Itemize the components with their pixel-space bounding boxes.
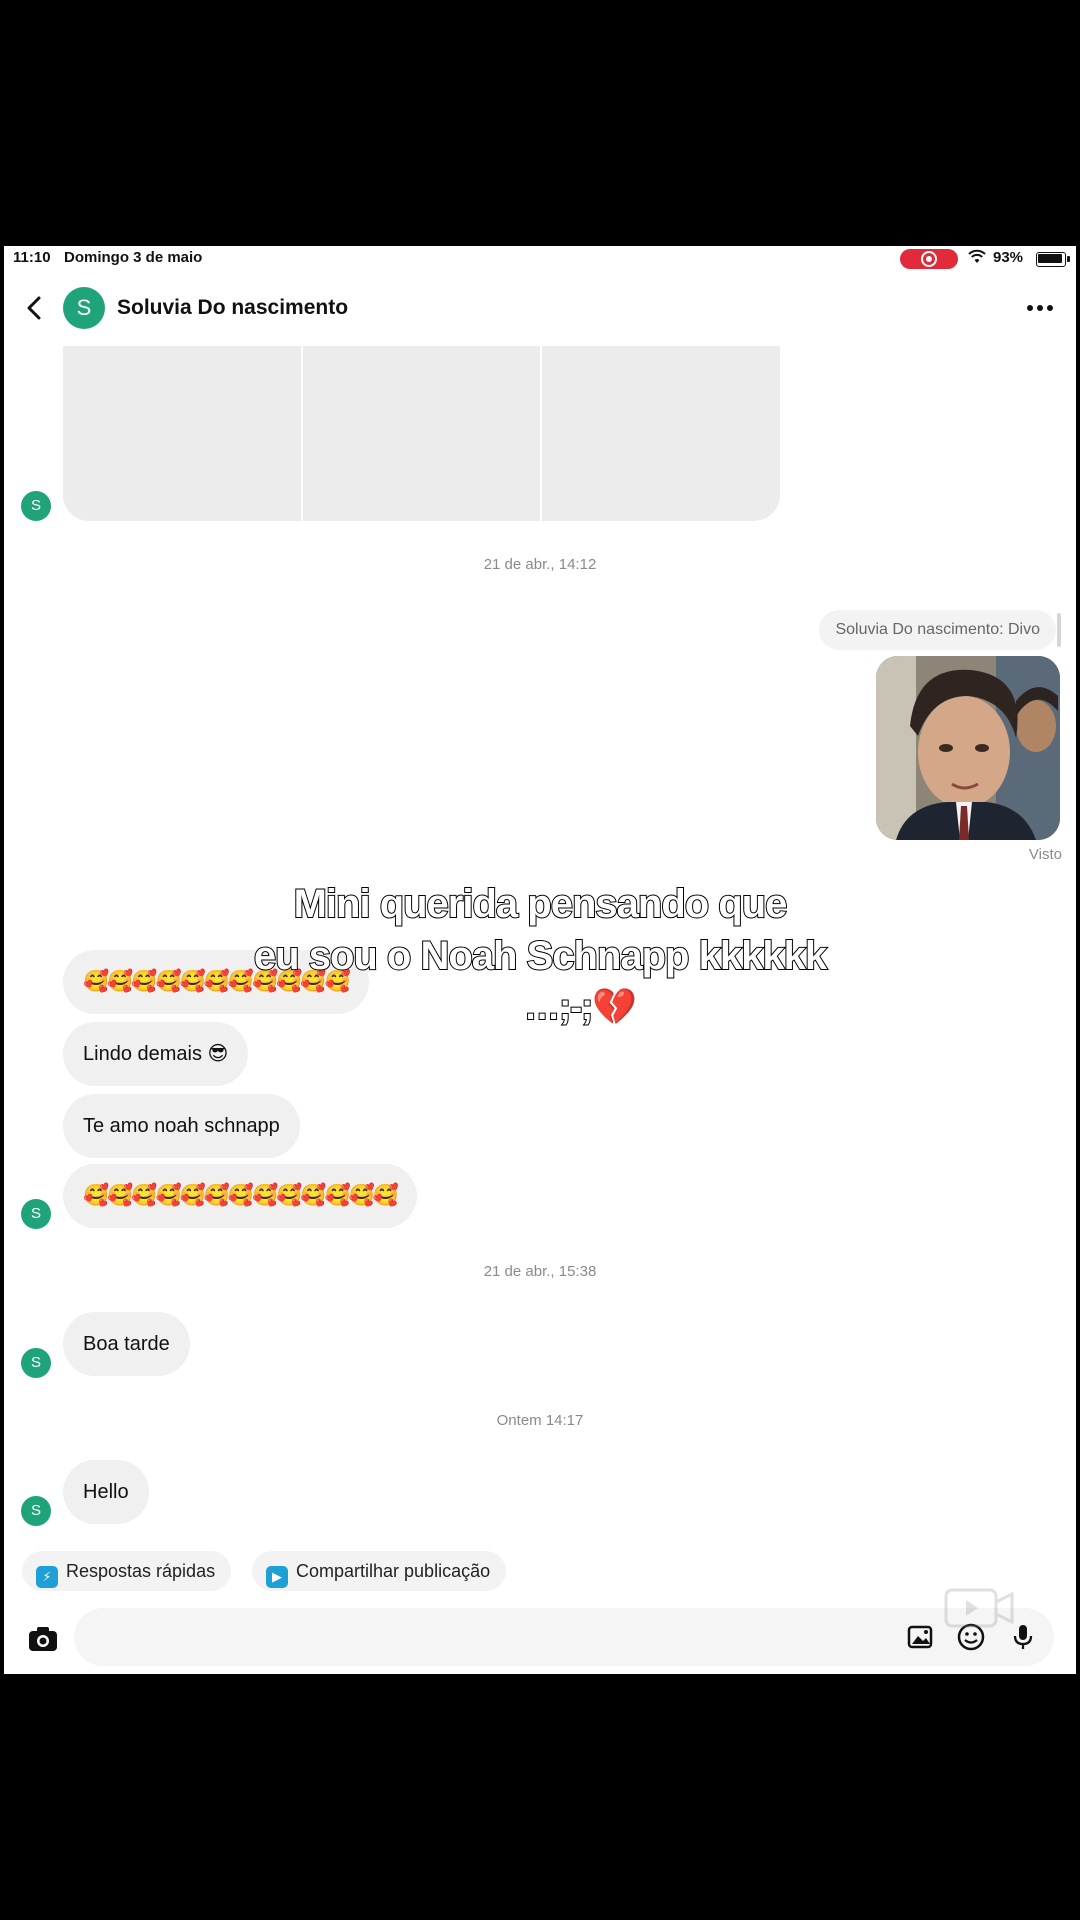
chat-header: S Soluvia Do nascimento	[4, 280, 1076, 340]
timestamp: 21 de abr., 14:12	[483, 556, 597, 573]
caption-line-3: …;-;💔	[523, 985, 638, 1028]
contact-name[interactable]: Soluvia Do nascimento	[117, 296, 348, 320]
play-icon: ▶	[266, 1566, 288, 1588]
sender-avatar: S	[21, 1199, 51, 1229]
status-time: 11:10	[13, 249, 51, 266]
wifi-icon	[968, 249, 986, 270]
reply-preview[interactable]: Soluvia Do nascimento: Divo	[819, 610, 1056, 650]
timestamp: Ontem 14:17	[496, 1412, 584, 1429]
recorder-watermark	[938, 1576, 1018, 1666]
message-bubble[interactable]: Hello	[63, 1460, 149, 1524]
more-horizontal-icon[interactable]	[1020, 290, 1060, 326]
status-bar: 11:10 Domingo 3 de maio 93%	[4, 246, 1076, 270]
caption-line-2: eu sou o Noah Schnapp kkkkkk	[253, 933, 828, 979]
shared-media-grid[interactable]	[63, 346, 780, 521]
message-bubble[interactable]: Boa tarde	[63, 1312, 190, 1376]
status-date: Domingo 3 de maio	[64, 249, 203, 266]
lightning-icon: ⚡	[36, 1566, 58, 1588]
timestamp: 21 de abr., 15:38	[483, 1263, 597, 1280]
message-bubble[interactable]: Te amo noah schnapp	[63, 1094, 300, 1158]
quick-replies-label: Respostas rápidas	[66, 1561, 216, 1581]
camera-icon[interactable]	[24, 1620, 62, 1658]
message-bubble[interactable]: 🥰🥰🥰🥰🥰🥰🥰🥰🥰🥰🥰🥰🥰	[63, 1164, 417, 1228]
reply-indicator	[1057, 613, 1061, 647]
sender-avatar: S	[21, 491, 51, 521]
gallery-icon[interactable]	[906, 1622, 936, 1652]
media-thumbnail[interactable]	[542, 346, 780, 521]
media-thumbnail[interactable]	[302, 346, 541, 521]
caption-line-1: Mini querida pensando que	[293, 881, 789, 927]
sender-avatar: S	[21, 1496, 51, 1526]
battery-percentage: 93%	[993, 249, 1024, 266]
contact-avatar[interactable]: S	[63, 287, 105, 329]
sender-avatar: S	[21, 1348, 51, 1378]
battery-icon	[1036, 252, 1070, 267]
share-post-label: Compartilhar publicação	[296, 1561, 491, 1581]
seen-status: Visto	[1028, 846, 1062, 863]
quick-replies-chip[interactable]: ⚡ Respostas rápidas	[22, 1551, 232, 1591]
sent-photo[interactable]	[876, 656, 1060, 840]
chevron-left-icon[interactable]	[20, 288, 56, 328]
media-thumbnail[interactable]	[63, 346, 301, 521]
message-bubble[interactable]: Lindo demais 😎	[63, 1022, 249, 1086]
screen-recording-indicator[interactable]	[900, 249, 958, 269]
share-post-chip[interactable]: ▶ Compartilhar publicação	[252, 1551, 507, 1591]
